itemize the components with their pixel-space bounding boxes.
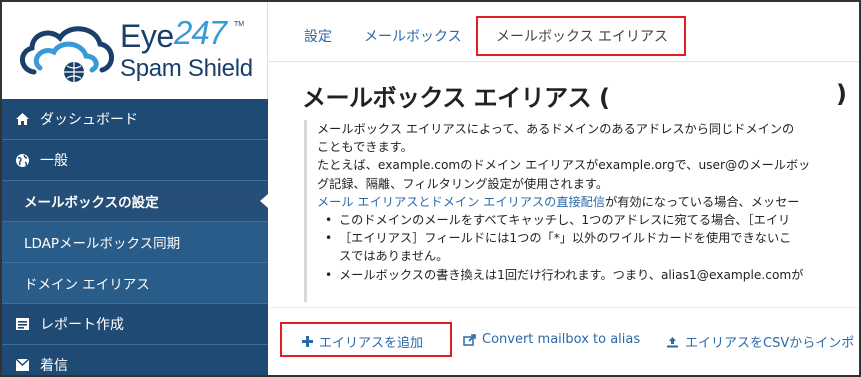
desc-bullet-list: このドメインのメールをすべてキャッチし、1つのアドレスに宛てる場合、［エイリ ［… [325, 211, 859, 284]
import-csv-label: エイリアスをCSVからインポ [685, 336, 855, 351]
desc-line: こともできます。 [317, 140, 413, 155]
add-alias-button[interactable]: エイリアスを追加 [302, 332, 423, 351]
import-csv-button[interactable]: エイリアスをCSVからインポ [666, 332, 854, 351]
desc-text: ［エイリアス］フィールドには1つの「*」以外のワイルドカードを使用できないこ [339, 231, 792, 246]
desc-bullet: このドメインのメールをすべてキャッチし、1つのアドレスに宛てる場合、［エイリ [325, 211, 859, 229]
sidebar-item-label: メールボックスの設定 [24, 195, 159, 211]
convert-mailbox-label: Convert mailbox to alias [482, 332, 641, 347]
sidebar-item-mailbox-settings[interactable]: メールボックスの設定 [2, 181, 268, 222]
sidebar-item-domain-alias[interactable]: ドメイン エイリアス [2, 263, 268, 304]
logo-text-eye: Eye [120, 18, 174, 54]
sidebar-item-ldap-sync[interactable]: LDAPメールボックス同期 [2, 222, 268, 263]
sidebar-item-label: 一般 [40, 153, 68, 169]
plus-icon [302, 336, 313, 347]
desc-text: が有効になっている場合、メッセー [605, 194, 800, 209]
logo-trademark: TM [234, 21, 245, 28]
logo-text-247: 247 [174, 14, 227, 51]
sidebar-item-dashboard[interactable]: ダッシュボード [2, 99, 268, 140]
desc-line: たとえば、example.comのドメイン エイリアスがexample.orgで… [317, 158, 811, 173]
logo-text-spam-shield: Spam Shield [120, 55, 253, 82]
globe-icon [14, 152, 30, 168]
page-title-close: ) [836, 80, 847, 108]
upload-icon [666, 336, 679, 348]
sidebar-item-reports[interactable]: レポート作成 [2, 304, 268, 345]
sidebar-item-general[interactable]: 一般 [2, 140, 268, 181]
cloud-logo-icon [20, 26, 114, 82]
sidebar-nav: ダッシュボード 一般 メールボックスの設定 LDAPメールボックス同期 ドメイン… [2, 99, 268, 375]
description-panel: メールボックス エイリアスによって、あるドメインのあるアドレスから同じドメインの… [304, 120, 859, 302]
inbox-icon [14, 357, 30, 373]
sidebar-item-label: レポート作成 [40, 317, 124, 333]
main-content: 設定 メールボックス メールボックス エイリアス メールボックス エイリアス (… [268, 2, 859, 375]
direct-delivery-link[interactable]: メール エイリアスとドメイン エイリアスの直接配信 [317, 195, 605, 209]
sidebar: Eye 247 TM Spam Shield ダッシュボード 一般 メールボック… [2, 2, 268, 375]
home-icon [14, 111, 30, 127]
tab-settings[interactable]: 設定 [304, 26, 332, 46]
page-title: メールボックス エイリアス ( [302, 84, 610, 112]
divider [268, 307, 859, 308]
desc-text: スではありません。 [339, 249, 449, 264]
desc-bullet: ［エイリアス］フィールドには1つの「*」以外のワイルドカードを使用できないこスで… [325, 229, 859, 265]
app-window: Eye 247 TM Spam Shield ダッシュボード 一般 メールボック… [0, 0, 861, 377]
report-icon [14, 316, 30, 332]
sidebar-item-label: LDAPメールボックス同期 [24, 236, 181, 252]
sidebar-item-label: 着信 [40, 358, 68, 374]
add-alias-label: エイリアスを追加 [319, 336, 424, 351]
highlight-box-tab [476, 16, 686, 56]
logo[interactable]: Eye 247 TM Spam Shield [2, 2, 268, 99]
desc-line: メールボックス エイリアスによって、あるドメインのあるアドレスから同じドメインの [317, 122, 795, 136]
tab-bar: 設定 メールボックス メールボックス エイリアス [268, 2, 859, 62]
convert-mailbox-button[interactable]: Convert mailbox to alias [463, 332, 640, 347]
desc-line: グ記録、隔離、フィルタリング設定が使用されます。 [317, 176, 609, 191]
sidebar-item-incoming[interactable]: 着信 [2, 345, 268, 375]
action-bar: エイリアスを追加 Convert mailbox to alias エイリアスを… [268, 322, 859, 360]
sidebar-item-label: ドメイン エイリアス [24, 277, 150, 293]
share-icon [463, 333, 476, 346]
tab-mailbox[interactable]: メールボックス [364, 26, 462, 46]
sidebar-item-label: ダッシュボード [40, 112, 138, 128]
desc-line: メール エイリアスとドメイン エイリアスの直接配信が有効になっている場合、メッセ… [317, 193, 859, 211]
desc-bullet: メールボックスの書き換えは1回だけ行われます。つまり、alias1@exampl… [325, 266, 859, 284]
